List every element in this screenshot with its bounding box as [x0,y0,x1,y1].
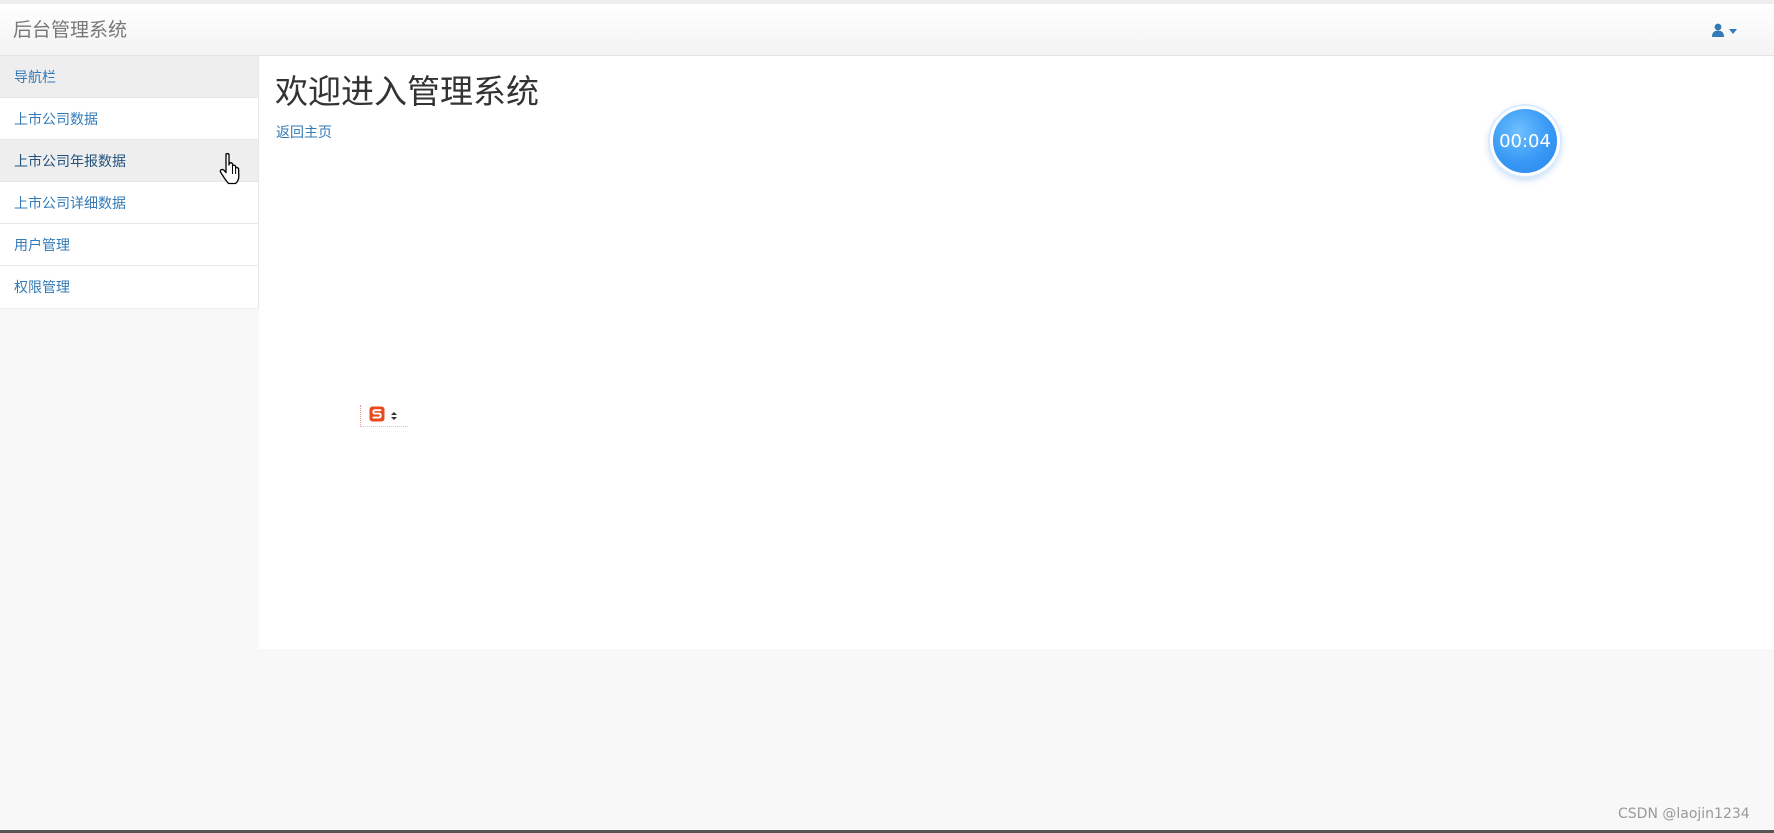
sidebar-item-label: 用户管理 [14,237,70,254]
sogou-ime-icon [369,406,385,426]
timer-widget[interactable]: 00:04 [1490,106,1560,176]
home-link[interactable]: 返回主页 [276,122,332,142]
sidebar-item-label: 权限管理 [14,280,70,296]
ime-toggle-icon [391,411,397,420]
sidebar-item-company-data[interactable]: 上市公司数据 [0,98,258,140]
ime-toolbar[interactable] [360,405,408,427]
sidebar-item-label: 上市公司详细数据 [14,195,126,212]
sidebar-item-permission-management[interactable]: 权限管理 [0,266,258,308]
sidebar-item-user-management[interactable]: 用户管理 [0,224,258,266]
brand-title[interactable]: 后台管理系统 [13,19,127,41]
navbar: 后台管理系统 [0,4,1774,56]
user-menu-dropdown[interactable] [1712,20,1746,42]
sidebar-item-nav-header[interactable]: 导航栏 [0,56,258,98]
sidebar-item-detail-data[interactable]: 上市公司详细数据 [0,182,258,224]
hand-pointer-cursor-icon [218,152,244,186]
csdn-watermark: CSDN @laojin1234 [1618,806,1750,822]
sidebar-item-label: 上市公司年报数据 [14,153,126,170]
sidebar-item-label: 上市公司数据 [14,111,98,128]
sidebar-item-label: 导航栏 [14,69,56,86]
user-icon [1712,22,1724,41]
page-title: 欢迎进入管理系统 [275,72,539,111]
caret-down-icon [1729,28,1737,34]
timer-value: 00:04 [1499,130,1551,152]
